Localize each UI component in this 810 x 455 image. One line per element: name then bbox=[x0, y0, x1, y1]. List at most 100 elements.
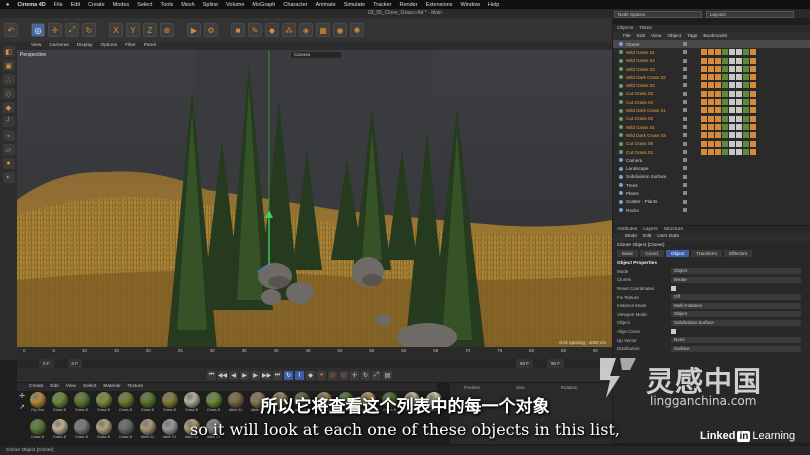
tag-icon[interactable] bbox=[743, 90, 749, 97]
mac-menu-item[interactable]: Simulate bbox=[344, 2, 365, 8]
record-icon[interactable]: ● bbox=[317, 370, 326, 380]
tag-icon[interactable] bbox=[743, 123, 749, 130]
tag-icon[interactable] bbox=[708, 148, 714, 155]
tag-icon[interactable] bbox=[743, 115, 749, 122]
attribute-value-dropdown[interactable]: Iterate bbox=[671, 276, 801, 283]
edges-mode-icon[interactable]: ◇ bbox=[2, 88, 15, 99]
visibility-toggle[interactable] bbox=[683, 116, 687, 121]
model-mode-icon[interactable]: ◧ bbox=[2, 46, 15, 57]
attribute-value-dropdown[interactable]: Object bbox=[671, 311, 801, 318]
tag-icon[interactable] bbox=[708, 123, 714, 130]
mac-menu-item[interactable]: Volume bbox=[226, 2, 244, 8]
mac-menu-item[interactable]: Tools bbox=[160, 2, 173, 8]
tag-icon[interactable] bbox=[715, 132, 721, 139]
object-row[interactable]: Camera bbox=[613, 156, 810, 164]
tag-icon[interactable] bbox=[722, 148, 728, 155]
object-row[interactable]: Cloner bbox=[613, 40, 810, 49]
tag-icon[interactable] bbox=[729, 99, 735, 106]
tag-icon[interactable] bbox=[736, 65, 742, 72]
tag-icon[interactable] bbox=[708, 82, 714, 89]
tag-icon[interactable] bbox=[750, 140, 756, 147]
mac-menu-item[interactable]: MoGraph bbox=[252, 2, 275, 8]
tag-icon[interactable] bbox=[722, 74, 728, 81]
tag-icon[interactable] bbox=[701, 99, 707, 106]
attribute-tab[interactable]: Attributes bbox=[617, 227, 637, 232]
previous-frame-icon[interactable]: ◀ bbox=[229, 370, 238, 380]
tag-icon[interactable] bbox=[743, 65, 749, 72]
object-menu-item[interactable]: Edit bbox=[637, 34, 645, 39]
tag-icon[interactable] bbox=[743, 132, 749, 139]
tag-icon[interactable] bbox=[729, 107, 735, 114]
object-row[interactable]: Cut Grass 03 bbox=[613, 90, 810, 98]
tag-icon[interactable] bbox=[708, 90, 714, 97]
pen-icon[interactable]: ✎ bbox=[248, 23, 262, 37]
y-axis-icon[interactable]: Y bbox=[126, 23, 140, 37]
mac-menu-item[interactable]: Window bbox=[460, 2, 480, 8]
visibility-toggle[interactable] bbox=[683, 199, 687, 204]
tag-icon[interactable] bbox=[729, 65, 735, 72]
mac-menu-item[interactable]: Edit bbox=[71, 2, 80, 8]
tag-icon[interactable] bbox=[736, 115, 742, 122]
attribute-checkbox[interactable] bbox=[671, 328, 676, 334]
object-row[interactable]: Cut Grass 04 bbox=[613, 98, 810, 106]
timeline[interactable]: 0 5 10 15 20 25 30 35 40 45 50 55 60 65 70 75 80 85 90 bbox=[17, 347, 612, 359]
tag-icon[interactable] bbox=[743, 99, 749, 106]
tag-icon[interactable] bbox=[722, 99, 728, 106]
mac-menu-item[interactable]: Cinema 4D bbox=[17, 2, 45, 8]
cloner-icon[interactable]: ⁂ bbox=[282, 23, 296, 37]
tag-icon[interactable] bbox=[722, 107, 728, 114]
visibility-toggle[interactable] bbox=[683, 100, 687, 105]
sculpt-icon[interactable]: ● bbox=[2, 158, 15, 169]
tag-icon[interactable] bbox=[708, 140, 714, 147]
tag-icon[interactable] bbox=[729, 49, 735, 56]
viewport-menu-item[interactable]: Options bbox=[101, 42, 118, 50]
attribute-value-dropdown[interactable]: Multi-Instance bbox=[671, 302, 801, 309]
object-row[interactable]: Wild Dark Grass 01 bbox=[613, 106, 810, 114]
tag-icon[interactable] bbox=[729, 123, 735, 130]
mac-menu-item[interactable]: Tracker bbox=[373, 2, 391, 8]
timeline-frame-field[interactable]: 0 F bbox=[39, 359, 54, 368]
visibility-toggle[interactable] bbox=[683, 50, 687, 55]
tag-icon[interactable] bbox=[715, 74, 721, 81]
keyframe-mode-icon[interactable]: ◆ bbox=[306, 370, 315, 380]
material-menu-item[interactable]: Texture bbox=[127, 383, 143, 391]
tag-icon[interactable] bbox=[715, 99, 721, 106]
tag-icon[interactable] bbox=[701, 123, 707, 130]
object-row[interactable]: Wild Grass 01 bbox=[613, 123, 810, 131]
tag-icon[interactable] bbox=[729, 140, 735, 147]
mac-menu-item[interactable]: File bbox=[54, 2, 63, 8]
visibility-toggle[interactable] bbox=[683, 166, 687, 171]
object-menu-item[interactable]: Tags bbox=[687, 34, 697, 39]
visibility-toggle[interactable] bbox=[683, 141, 687, 146]
tag-icon[interactable] bbox=[701, 49, 707, 56]
object-row[interactable]: Trees bbox=[613, 181, 810, 189]
object-row[interactable]: Wild Grass 02 bbox=[613, 81, 810, 89]
attribute-tab[interactable]: Layers bbox=[643, 227, 657, 232]
attribute-value-dropdown[interactable]: Object bbox=[671, 268, 801, 275]
scene-icon[interactable]: ▦ bbox=[316, 23, 330, 37]
tag-icon[interactable] bbox=[708, 49, 714, 56]
tag-icon[interactable] bbox=[701, 132, 707, 139]
move-icon[interactable]: ✛ bbox=[48, 23, 62, 37]
mac-menu-item[interactable]: Character bbox=[283, 2, 307, 8]
visibility-toggle[interactable] bbox=[683, 158, 687, 163]
rotate-icon[interactable]: ↻ bbox=[82, 23, 96, 37]
attribute-value-dropdown[interactable]: Subdivision Surface bbox=[671, 319, 801, 326]
tag-icon[interactable] bbox=[708, 107, 714, 114]
tag-icon[interactable] bbox=[701, 115, 707, 122]
object-row[interactable]: Cut Grass 01 bbox=[613, 148, 810, 156]
tag-icon[interactable] bbox=[750, 132, 756, 139]
attribute-value-dropdown[interactable]: None bbox=[671, 337, 801, 344]
object-tab[interactable]: Takes bbox=[639, 26, 652, 31]
visibility-toggle[interactable] bbox=[683, 174, 687, 179]
tag-icon[interactable] bbox=[722, 123, 728, 130]
viewport-menu-item[interactable]: Cameras bbox=[49, 42, 68, 50]
tag-icon[interactable] bbox=[708, 99, 714, 106]
tag-icon[interactable] bbox=[708, 115, 714, 122]
visibility-toggle[interactable] bbox=[683, 42, 687, 46]
tag-icon[interactable] bbox=[708, 132, 714, 139]
mac-menu-item[interactable]: Animate bbox=[316, 2, 336, 8]
attribute-menu-item[interactable]: User Data bbox=[657, 234, 679, 240]
mac-menu-item[interactable]: Help bbox=[488, 2, 499, 8]
tag-icon[interactable] bbox=[708, 65, 714, 72]
